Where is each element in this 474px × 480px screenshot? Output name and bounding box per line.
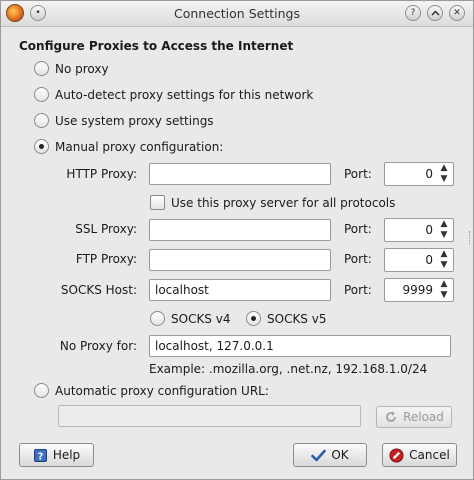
minimize-button[interactable]	[427, 5, 443, 21]
close-icon: ✕	[453, 7, 461, 18]
radio-manual-proxy[interactable]: Manual proxy configuration:	[34, 139, 223, 154]
ok-button[interactable]: OK	[293, 443, 367, 467]
title-bar: • Connection Settings ? ✕	[1, 1, 473, 27]
auto-config-url-input[interactable]	[58, 405, 361, 427]
help-label: Help	[52, 448, 81, 462]
use-for-all-label: Use this proxy server for all protocols	[171, 195, 396, 210]
radio-button[interactable]	[34, 383, 49, 398]
use-for-all-checkbox[interactable]	[150, 195, 165, 210]
help-book-icon: ?	[33, 448, 48, 463]
socks-host-label: SOCKS Host:	[60, 283, 137, 297]
ftp-proxy-input[interactable]	[149, 249, 331, 271]
arrow-up-icon[interactable]: ▲	[441, 220, 448, 229]
reload-label: Reload	[403, 410, 444, 424]
radio-button[interactable]	[34, 61, 49, 76]
radio-label: Manual proxy configuration:	[55, 139, 224, 154]
cancel-label: Cancel	[409, 448, 450, 462]
http-proxy-label: HTTP Proxy:	[66, 167, 137, 181]
help-titlebar-button[interactable]: ?	[405, 5, 421, 21]
spin-arrows[interactable]: ▲ ▼	[437, 220, 451, 240]
http-proxy-input[interactable]	[149, 163, 331, 185]
radio-socks-v5[interactable]: SOCKS v5	[246, 311, 326, 326]
arrow-down-icon[interactable]: ▼	[441, 231, 448, 240]
use-for-all-checkbox-row[interactable]: Use this proxy server for all protocols	[150, 195, 395, 210]
arrow-up-icon[interactable]: ▲	[441, 280, 448, 289]
port-value: 0	[425, 223, 433, 237]
socks-port-label: Port:	[344, 283, 372, 297]
resize-grip[interactable]	[469, 231, 472, 245]
radio-system-proxy[interactable]: Use system proxy settings	[34, 113, 214, 128]
arrow-down-icon[interactable]: ▼	[441, 261, 448, 270]
socks-port-spinner[interactable]: 9999 ▲ ▼	[384, 278, 454, 302]
ftp-port-spinner[interactable]: 0 ▲ ▼	[384, 248, 454, 272]
arrow-up-icon[interactable]: ▲	[441, 164, 448, 173]
radio-auto-config[interactable]: Automatic proxy configuration URL:	[34, 383, 269, 398]
arrow-down-icon[interactable]: ▼	[441, 175, 448, 184]
port-value: 9999	[402, 283, 433, 297]
spin-arrows[interactable]: ▲ ▼	[437, 250, 451, 270]
no-proxy-input[interactable]: localhost, 127.0.0.1	[149, 335, 451, 357]
reload-icon	[384, 410, 398, 424]
socks-host-input[interactable]: localhost	[149, 279, 331, 301]
radio-label: SOCKS v4	[171, 311, 231, 326]
arrow-up-icon[interactable]: ▲	[441, 250, 448, 259]
radio-label: Automatic proxy configuration URL:	[55, 383, 269, 398]
spin-arrows[interactable]: ▲ ▼	[437, 164, 451, 184]
svg-text:?: ?	[37, 451, 43, 462]
close-button[interactable]: ✕	[449, 5, 465, 21]
ssl-proxy-label: SSL Proxy:	[75, 222, 137, 236]
radio-button[interactable]	[34, 113, 49, 128]
radio-button[interactable]	[34, 87, 49, 102]
question-icon: ?	[410, 7, 416, 18]
section-heading: Configure Proxies to Access the Internet	[19, 39, 294, 53]
ssl-proxy-input[interactable]	[149, 219, 331, 241]
checkmark-icon	[311, 449, 327, 462]
reload-button[interactable]: Reload	[376, 406, 452, 428]
http-port-spinner[interactable]: 0 ▲ ▼	[384, 162, 454, 186]
radio-button[interactable]	[34, 139, 49, 154]
spin-arrows[interactable]: ▲ ▼	[437, 280, 451, 300]
radio-socks-v4[interactable]: SOCKS v4	[150, 311, 230, 326]
ok-label: OK	[331, 448, 349, 462]
radio-button[interactable]	[150, 311, 165, 326]
cancel-icon	[389, 448, 404, 463]
connection-settings-dialog: • Connection Settings ? ✕ Configure Prox…	[0, 0, 474, 480]
ssl-port-label: Port:	[344, 222, 372, 236]
http-port-label: Port:	[344, 167, 372, 181]
radio-label: No proxy	[55, 61, 109, 76]
radio-no-proxy[interactable]: No proxy	[34, 61, 109, 76]
window-title: Connection Settings	[174, 6, 300, 21]
cancel-button[interactable]: Cancel	[382, 443, 457, 467]
radio-label: Auto-detect proxy settings for this netw…	[55, 87, 314, 102]
ftp-port-label: Port:	[344, 252, 372, 266]
port-value: 0	[425, 253, 433, 267]
chevron-up-icon	[430, 9, 440, 16]
radio-label: Use system proxy settings	[55, 113, 214, 128]
no-proxy-example: Example: .mozilla.org, .net.nz, 192.168.…	[149, 362, 428, 376]
arrow-down-icon[interactable]: ▼	[441, 291, 448, 300]
no-proxy-label: No Proxy for:	[59, 339, 137, 353]
radio-auto-detect[interactable]: Auto-detect proxy settings for this netw…	[34, 87, 313, 102]
port-value: 0	[425, 167, 433, 181]
radio-button[interactable]	[246, 311, 261, 326]
ssl-port-spinner[interactable]: 0 ▲ ▼	[384, 218, 454, 242]
help-button[interactable]: ? Help	[19, 443, 94, 467]
radio-label: SOCKS v5	[267, 311, 327, 326]
ftp-proxy-label: FTP Proxy:	[75, 252, 137, 266]
